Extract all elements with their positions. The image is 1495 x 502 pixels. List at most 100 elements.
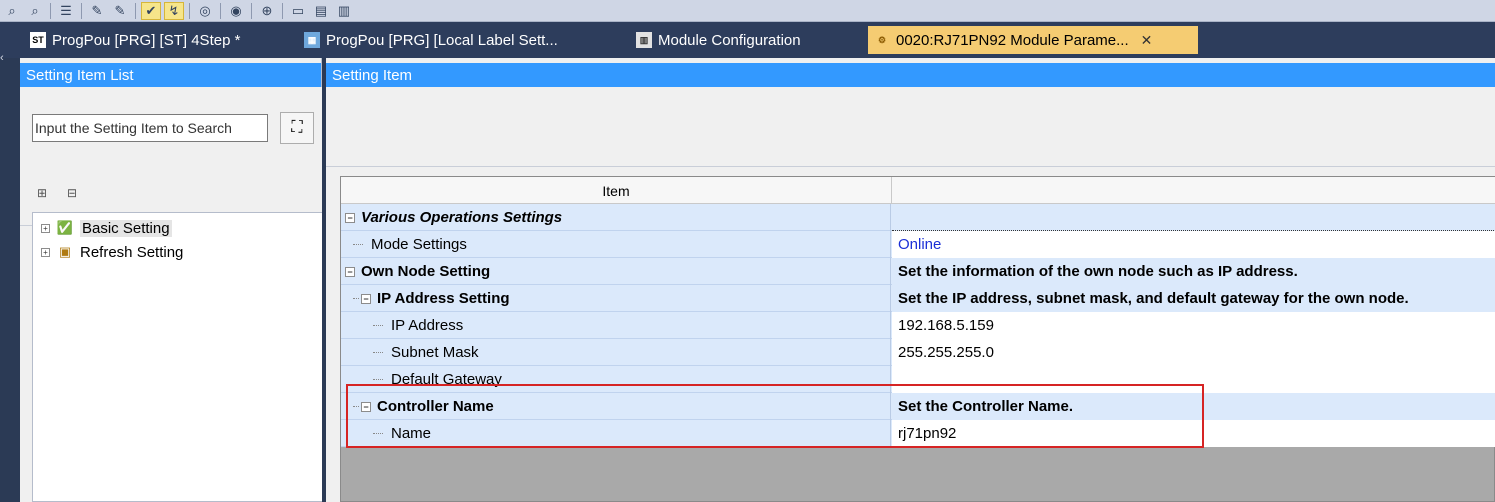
setting-item-description-area xyxy=(326,87,1495,167)
document-icon[interactable]: ▥ xyxy=(334,2,354,20)
row-item-cell: Mode Settings xyxy=(341,231,891,258)
collapse-icon[interactable]: − xyxy=(361,401,371,412)
row-value-cell[interactable] xyxy=(892,366,1495,393)
document-tab-bar: ‹ ST ProgPou [PRG] [ST] 4Step * ▦ ProgPo… xyxy=(0,22,1495,64)
setting-tree: + ✅ Basic Setting + ▣ Refresh Setting xyxy=(32,212,322,502)
close-icon[interactable]: ✕ xyxy=(1141,32,1153,49)
binoculars-icon: ⛶ xyxy=(291,119,303,136)
tab-st-program[interactable]: ST ProgPou [PRG] [ST] 4Step * xyxy=(24,26,246,54)
module-parameter-icon: ⚙ xyxy=(877,34,887,45)
toolbar-separator xyxy=(251,2,252,19)
pane-edge-icon: ‹ xyxy=(0,52,4,64)
row-value-cell: Set the information of the own node such… xyxy=(892,258,1495,285)
row-item-label: IP Address xyxy=(391,317,464,334)
print-preview-icon[interactable]: ▭ xyxy=(288,2,308,20)
tree-connector xyxy=(353,244,363,245)
tree-connector xyxy=(353,298,359,299)
row-item-cell: Subnet Mask xyxy=(341,339,891,366)
row-item-cell: Name xyxy=(341,420,891,447)
row-value-cell: Set the Controller Name. xyxy=(892,393,1495,420)
row-item-label: Mode Settings xyxy=(371,236,467,253)
grid-row-mode-settings[interactable]: Mode Settings Online xyxy=(341,231,1495,258)
row-item-label: Own Node Setting xyxy=(361,263,491,280)
row-item-label: Various Operations Settings xyxy=(361,209,563,226)
toolbar-separator xyxy=(282,2,283,19)
column-header-item[interactable]: Item xyxy=(341,177,892,204)
refresh-setting-icon: ▣ xyxy=(58,244,72,259)
toolbar-separator xyxy=(189,2,190,19)
grid-row-controller-name[interactable]: − Controller Name Set the Controller Nam… xyxy=(341,393,1495,420)
watch-icon[interactable]: ◉ xyxy=(226,2,246,20)
tab-module-parameter[interactable]: ⚙ 0020:RJ71PN92 Module Parame... ✕ xyxy=(868,26,1198,54)
tab-label: ProgPou [PRG] [Local Label Sett... xyxy=(326,31,558,49)
row-item-cell: − Own Node Setting xyxy=(341,258,891,285)
module-config-icon: ▥ xyxy=(636,32,652,48)
row-value-cell[interactable]: 192.168.5.159 xyxy=(892,312,1495,339)
tree-item-label: Basic Setting xyxy=(80,219,172,237)
search-input[interactable] xyxy=(32,114,268,142)
row-value-cell[interactable]: rj71pn92 xyxy=(892,420,1495,447)
setting-item-panel: Setting Item Item − Various Operations S… xyxy=(326,58,1495,502)
collapse-all-icon[interactable]: ⊟ xyxy=(62,183,82,203)
tree-connector xyxy=(353,406,359,407)
grid-row-ip-address-setting[interactable]: − IP Address Setting Set the IP address,… xyxy=(341,285,1495,312)
tree-item-basic-setting[interactable]: + ✅ Basic Setting xyxy=(41,217,172,239)
tree-item-label: Refresh Setting xyxy=(80,243,184,261)
row-item-cell: Default Gateway xyxy=(341,366,891,393)
edit-alt-icon[interactable]: ✎ xyxy=(110,2,130,20)
tree-connector xyxy=(373,379,383,380)
expand-all-icon[interactable]: ⊞ xyxy=(32,183,52,203)
setting-item-list-panel: Setting Item List ⛶ ⊞ ⊟ + ✅ Basic Settin… xyxy=(20,58,322,502)
toolbar-separator xyxy=(135,2,136,19)
label-icon: ▦ xyxy=(304,32,320,48)
grid-row-subnet-mask[interactable]: Subnet Mask 255.255.255.0 xyxy=(341,339,1495,366)
row-item-cell: − Controller Name xyxy=(341,393,891,420)
toolbar-separator xyxy=(81,2,82,19)
st-icon: ST xyxy=(30,32,46,48)
tab-label: ProgPou [PRG] [ST] 4Step * xyxy=(52,31,241,49)
grid-row-name[interactable]: Name rj71pn92 xyxy=(341,420,1495,447)
toolbar-separator xyxy=(50,2,51,19)
find-next-icon[interactable]: ⌕ xyxy=(25,2,45,20)
tab-module-configuration[interactable]: ▥ Module Configuration xyxy=(630,26,807,54)
grid-row-own-node-setting[interactable]: − Own Node Setting Set the information o… xyxy=(341,258,1495,285)
row-item-label: Controller Name xyxy=(377,398,494,415)
row-item-cell: − IP Address Setting xyxy=(341,285,891,312)
row-value-cell[interactable]: 255.255.255.0 xyxy=(892,339,1495,366)
column-header-value[interactable] xyxy=(892,177,1495,204)
edit-icon[interactable]: ✎ xyxy=(87,2,107,20)
setting-item-header: Setting Item xyxy=(326,63,1495,87)
tab-label: Module Configuration xyxy=(658,31,801,49)
tree-item-refresh-setting[interactable]: + ▣ Refresh Setting xyxy=(41,241,183,263)
expand-icon[interactable]: + xyxy=(41,247,50,257)
print-icon[interactable]: ▤ xyxy=(311,2,331,20)
parameter-grid: Item − Various Operations Settings Mode … xyxy=(340,176,1495,502)
collapse-icon[interactable]: − xyxy=(361,293,371,304)
row-item-label: Subnet Mask xyxy=(391,344,479,361)
grid-row-various-operations-settings[interactable]: − Various Operations Settings xyxy=(341,204,1495,231)
tree-toolbar: ⊞ ⊟ xyxy=(32,180,82,206)
row-item-label: Default Gateway xyxy=(391,371,502,388)
tab-local-label-setting[interactable]: ▦ ProgPou [PRG] [Local Label Sett... xyxy=(298,26,564,54)
grid-row-ip-address[interactable]: IP Address 192.168.5.159 xyxy=(341,312,1495,339)
zoom-icon[interactable]: ⊕ xyxy=(257,2,277,20)
row-value-cell xyxy=(892,204,1495,231)
toolbar-separator xyxy=(220,2,221,19)
grid-row-default-gateway[interactable]: Default Gateway xyxy=(341,366,1495,393)
expand-icon[interactable]: + xyxy=(41,223,50,233)
search-button[interactable]: ⛶ xyxy=(280,112,314,144)
monitor-icon[interactable]: ◎ xyxy=(195,2,215,20)
list-icon[interactable]: ☰ xyxy=(56,2,76,20)
find-icon[interactable]: ⌕ xyxy=(2,2,22,20)
row-value-cell[interactable]: Online xyxy=(892,231,1495,258)
collapse-icon[interactable]: − xyxy=(345,212,355,223)
check-icon[interactable]: ✔ xyxy=(141,1,161,20)
row-item-cell: IP Address xyxy=(341,312,891,339)
tree-connector xyxy=(373,352,383,353)
row-item-label: Name xyxy=(391,425,432,442)
convert-icon[interactable]: ↯ xyxy=(164,1,184,20)
tree-connector xyxy=(373,433,383,434)
collapse-icon[interactable]: − xyxy=(345,266,355,277)
tab-label: 0020:RJ71PN92 Module Parame... xyxy=(896,31,1129,49)
tree-connector xyxy=(373,325,383,326)
